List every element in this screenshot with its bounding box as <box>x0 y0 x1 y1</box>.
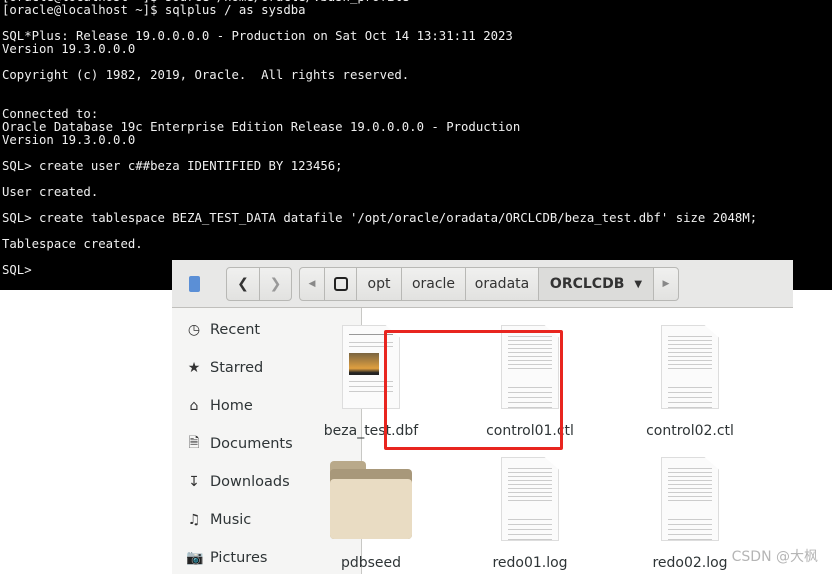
path-segment[interactable]: opt <box>356 267 402 301</box>
star-icon: ★ <box>187 360 201 376</box>
download-icon: ↧ <box>188 474 200 490</box>
file-item[interactable]: redo01.log <box>455 457 605 571</box>
sidebar-item-starred[interactable]: ★ Starred <box>186 349 264 387</box>
sidebar-item-recent[interactable]: ◷ Recent <box>186 311 260 349</box>
music-icon: ♫ <box>187 512 201 528</box>
terminal-line: [oracle@localhost ~]$ sqlplus / as sysdb… <box>2 3 306 17</box>
terminal-line: SQL> create user c##beza IDENTIFIED BY 1… <box>2 159 343 173</box>
drive-icon <box>333 277 348 291</box>
terminal-line: Copyright (c) 1982, 2019, Oracle. All ri… <box>2 68 410 82</box>
sidebar-item-pictures[interactable]: 📷 Pictures <box>186 539 267 574</box>
file-name: pdbseed <box>340 555 402 571</box>
terminal[interactable]: [oracle@localhost ~]$ source /home/oracl… <box>0 0 832 290</box>
terminal-line: Version 19.3.0.0.0 <box>2 133 136 147</box>
terminal-line: Tablespace created. <box>2 237 143 251</box>
path-segment[interactable]: oracle <box>401 267 466 301</box>
file-name: control02.ctl <box>646 423 734 439</box>
selection-highlight <box>384 330 563 450</box>
back-button[interactable]: ❮ <box>226 267 260 301</box>
header-bar: ❮ ❯ ◀ opt oracle oradata ORCLCDB ▼ ▶ <box>172 260 793 308</box>
path-scroll-left[interactable]: ◀ <box>299 267 325 301</box>
terminal-line: Version 19.3.0.0.0 <box>2 42 136 56</box>
camera-icon: 📷 <box>186 550 204 566</box>
sidebar-item-documents[interactable]: 🗎 Documents <box>186 425 292 463</box>
chevron-down-icon: ▼ <box>634 278 643 290</box>
path-segment[interactable]: oradata <box>465 267 539 301</box>
file-manager-window: ❮ ❯ ◀ opt oracle oradata ORCLCDB ▼ ▶ ◷ Rec… <box>172 260 793 574</box>
sidebar-item-music[interactable]: ♫ Music <box>186 501 252 539</box>
terminal-line: SQL> create tablespace BEZA_TEST_DATA da… <box>2 211 758 225</box>
document-icon: 🗎 <box>188 435 200 451</box>
text-file-icon <box>501 457 559 541</box>
file-item[interactable]: control02.ctl <box>615 325 765 439</box>
text-file-icon <box>661 325 719 409</box>
sidebar-item-downloads[interactable]: ↧ Downloads <box>186 463 290 501</box>
folder-icon <box>330 457 412 539</box>
file-item[interactable]: pdbseed <box>296 457 446 571</box>
text-file-icon <box>661 457 719 541</box>
home-icon: ⌂ <box>189 398 199 414</box>
clock-icon: ◷ <box>187 322 201 338</box>
forward-button[interactable]: ❯ <box>259 267 292 301</box>
path-scroll-right[interactable]: ▶ <box>653 267 679 301</box>
file-manager-app-icon <box>189 276 200 292</box>
terminal-line: User created. <box>2 185 99 199</box>
file-name: redo01.log <box>492 555 568 571</box>
path-root-drive[interactable] <box>324 267 357 301</box>
path-segment-current[interactable]: ORCLCDB ▼ <box>538 267 654 301</box>
watermark: CSDN @大枫 <box>731 549 818 565</box>
sidebar-item-home[interactable]: ⌂ Home <box>186 387 253 425</box>
